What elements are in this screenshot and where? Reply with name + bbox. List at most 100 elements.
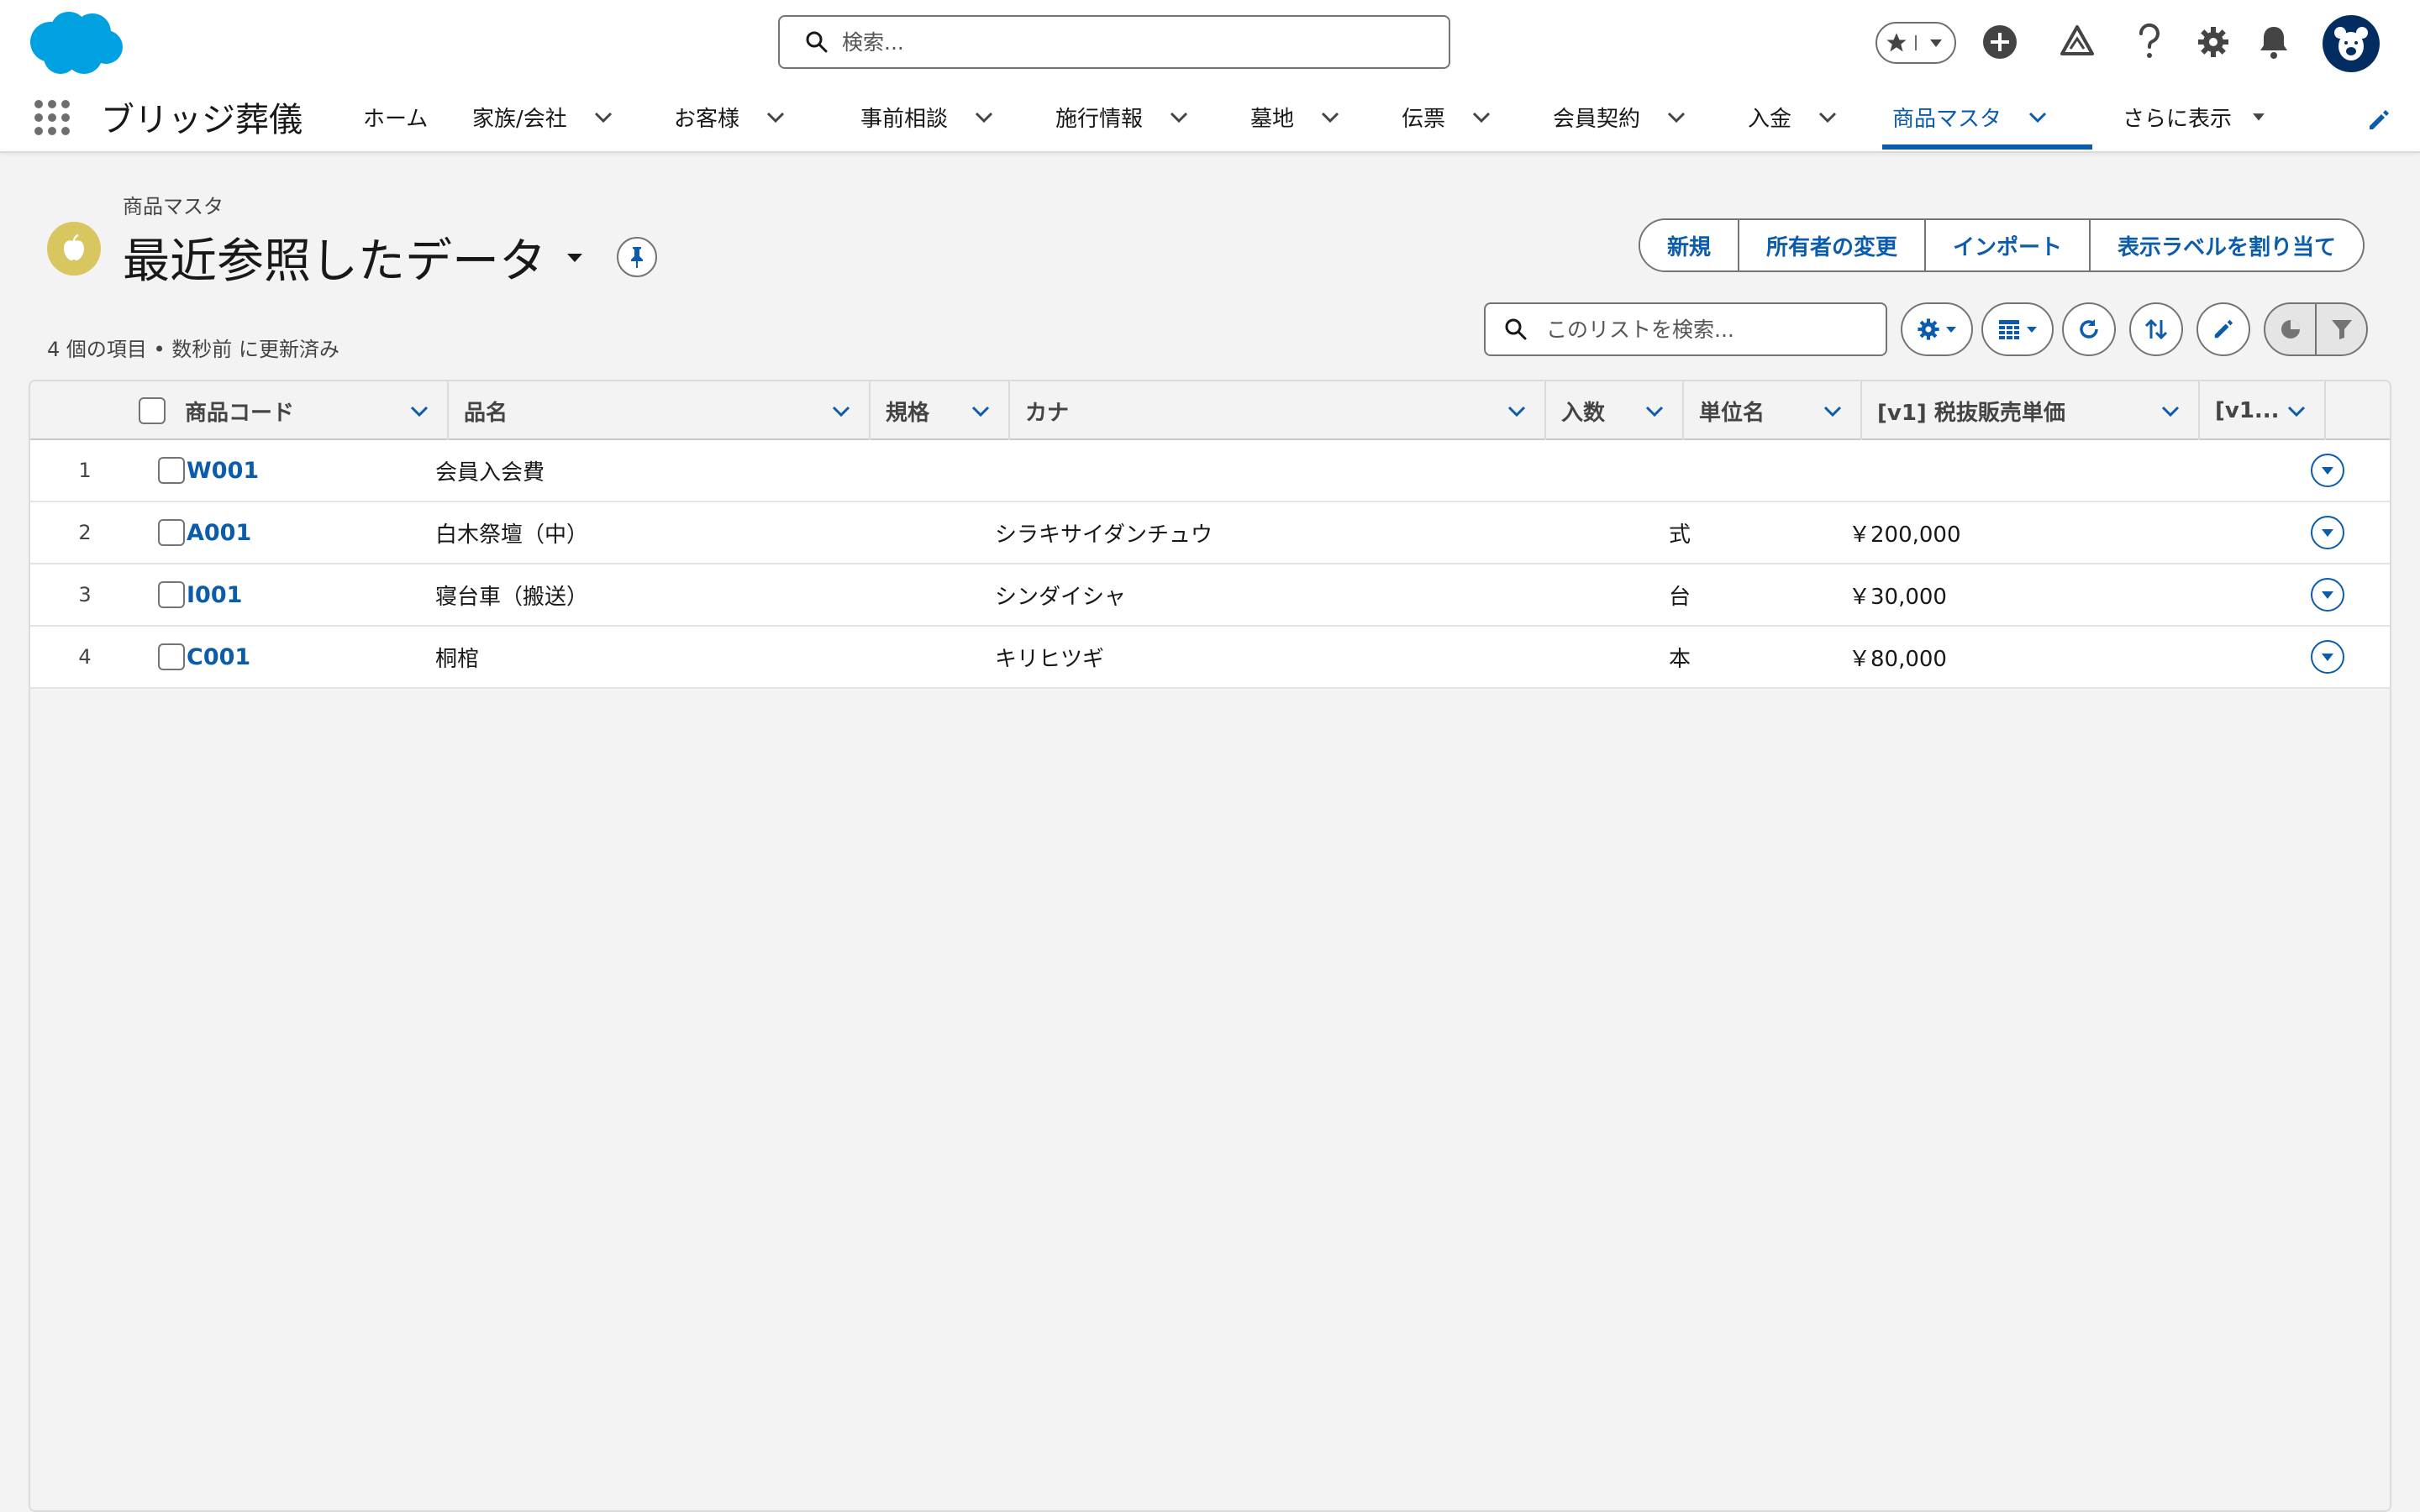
navigation-bar: ホーム 家族/会社 お客様 事前相談 施行情報 墓地 伝票 会員契約 入金 商品… — [353, 84, 2277, 150]
nav-item-family-company[interactable]: 家族/会社 — [462, 84, 664, 150]
product-code-link[interactable]: C001 — [187, 627, 250, 687]
chevron-down-icon[interactable] — [1665, 106, 1687, 128]
chevron-down-icon[interactable] — [1168, 106, 1190, 128]
gear-icon — [2198, 27, 2228, 57]
nav-item-label: 会員契約 — [1553, 106, 1641, 132]
notifications-button[interactable] — [2254, 17, 2294, 67]
global-search-input[interactable] — [842, 29, 1430, 55]
chevron-down-icon[interactable] — [970, 400, 992, 422]
nav-item-payments[interactable]: 入金 — [1738, 84, 1882, 150]
row-action-button[interactable] — [2311, 516, 2344, 549]
global-search[interactable] — [778, 15, 1450, 69]
column-header-code[interactable]: 商品コード — [170, 381, 449, 440]
filter-button[interactable] — [2315, 304, 2366, 354]
chevron-down-icon[interactable] — [2160, 400, 2181, 422]
sort-button[interactable] — [2129, 302, 2183, 356]
chevron-down-icon[interactable] — [1644, 400, 1665, 422]
column-label: 入数 — [1561, 400, 1606, 426]
column-header-kana[interactable]: カナ — [1010, 381, 1546, 440]
pin-list-button[interactable] — [617, 237, 657, 277]
nav-item-product-master[interactable]: 商品マスタ — [1882, 84, 2092, 150]
global-add-button[interactable] — [1978, 17, 2022, 67]
column-header-name[interactable]: 品名 — [449, 381, 871, 440]
column-label: 品名 — [464, 400, 508, 426]
pencil-icon[interactable] — [2366, 108, 2391, 133]
chart-button[interactable] — [2265, 304, 2315, 354]
favorites-dropdown-icon[interactable] — [1915, 35, 1954, 50]
chevron-down-icon[interactable] — [592, 106, 614, 128]
user-avatar[interactable] — [2323, 15, 2380, 72]
product-unit: 台 — [1669, 584, 1691, 610]
nav-item-cemetery[interactable]: 墓地 — [1240, 84, 1392, 150]
setup-button[interactable] — [2193, 17, 2233, 67]
new-button[interactable]: 新規 — [1640, 220, 1739, 270]
row-actions-cell — [2311, 502, 2344, 563]
search-icon — [806, 31, 828, 53]
column-header-unit[interactable]: 単位名 — [1684, 381, 1862, 440]
row-action-button[interactable] — [2311, 454, 2344, 487]
salesforce-logo[interactable] — [25, 7, 126, 77]
row-checkbox[interactable] — [158, 519, 185, 546]
apple-icon — [64, 234, 84, 260]
caret-down-icon — [2322, 467, 2333, 475]
pencil-icon — [2214, 319, 2233, 339]
chevron-down-icon[interactable] — [1817, 106, 1839, 128]
list-search-input[interactable] — [1546, 317, 1882, 342]
app-launcher-icon[interactable] — [34, 99, 71, 136]
row-action-button[interactable] — [2311, 578, 2344, 612]
chevron-down-icon[interactable] — [1506, 400, 1528, 422]
chevron-down-icon[interactable] — [408, 400, 430, 422]
refresh-button[interactable] — [2062, 302, 2116, 356]
column-header-more[interactable]: [v1... — [2200, 381, 2326, 440]
list-settings-button[interactable] — [1901, 302, 1973, 356]
row-checkbox[interactable] — [158, 643, 185, 670]
row-action-button[interactable] — [2311, 640, 2344, 674]
nav-item-pre-consultation[interactable]: 事前相談 — [850, 84, 1045, 150]
row-checkbox[interactable] — [158, 581, 185, 608]
chevron-down-icon[interactable] — [765, 106, 786, 128]
row-number: 2 — [78, 521, 92, 544]
column-header-qty[interactable]: 入数 — [1546, 381, 1684, 440]
list-view-table: 商品コード 品名 規格 カナ 入数 単位名 [v1] 税抜販売単価 [v1...… — [29, 380, 2391, 1512]
chevron-down-icon[interactable] — [973, 106, 995, 128]
nav-item-service-info[interactable]: 施行情報 — [1045, 84, 1240, 150]
column-header-spec[interactable]: 規格 — [871, 381, 1010, 440]
trailhead-button[interactable] — [2055, 17, 2099, 67]
chevron-down-icon[interactable] — [1822, 400, 1844, 422]
column-header-price[interactable]: [v1] 税抜販売単価 — [1862, 381, 2200, 440]
object-label: 商品マスタ — [123, 195, 224, 218]
caret-down-icon[interactable] — [565, 248, 585, 268]
product-unit: 本 — [1669, 646, 1691, 672]
nav-item-membership[interactable]: 会員契約 — [1543, 84, 1738, 150]
chevron-down-icon[interactable] — [830, 400, 852, 422]
refresh-icon — [2080, 319, 2098, 339]
nav-item-home[interactable]: ホーム — [353, 84, 462, 150]
change-owner-button[interactable]: 所有者の変更 — [1738, 220, 1925, 270]
product-price: ￥200,000 — [1849, 522, 1961, 548]
list-view-title[interactable]: 最近参照したデータ — [123, 223, 585, 291]
assign-label-button[interactable]: 表示ラベルを割り当て — [2089, 220, 2364, 270]
caret-down-icon — [1946, 327, 1956, 333]
product-code-link[interactable]: A001 — [187, 502, 251, 563]
chevron-down-icon[interactable] — [1470, 106, 1492, 128]
row-checkbox[interactable] — [158, 457, 185, 484]
nav-item-customers[interactable]: お客様 — [664, 84, 850, 150]
select-all-checkbox[interactable] — [139, 397, 166, 424]
display-as-button[interactable] — [1981, 302, 2054, 356]
product-unit: 式 — [1669, 522, 1691, 548]
chevron-down-icon[interactable] — [1319, 106, 1341, 128]
list-search[interactable] — [1484, 302, 1887, 356]
nav-item-more[interactable]: さらに表示 — [2092, 84, 2277, 150]
nav-item-slips[interactable]: 伝票 — [1392, 84, 1543, 150]
chevron-down-icon[interactable] — [2286, 400, 2307, 422]
help-button[interactable] — [2129, 17, 2170, 67]
chevron-down-icon[interactable] — [2027, 106, 2049, 128]
product-code-link[interactable]: W001 — [187, 440, 259, 501]
caret-down-icon[interactable] — [2250, 106, 2267, 128]
import-button[interactable]: インポート — [1924, 220, 2090, 270]
star-icon[interactable] — [1877, 31, 1915, 55]
inline-edit-button[interactable] — [2196, 302, 2250, 356]
product-code-link[interactable]: I001 — [187, 564, 242, 625]
favorites-button[interactable] — [1876, 22, 1956, 64]
row-number-header — [30, 381, 124, 440]
